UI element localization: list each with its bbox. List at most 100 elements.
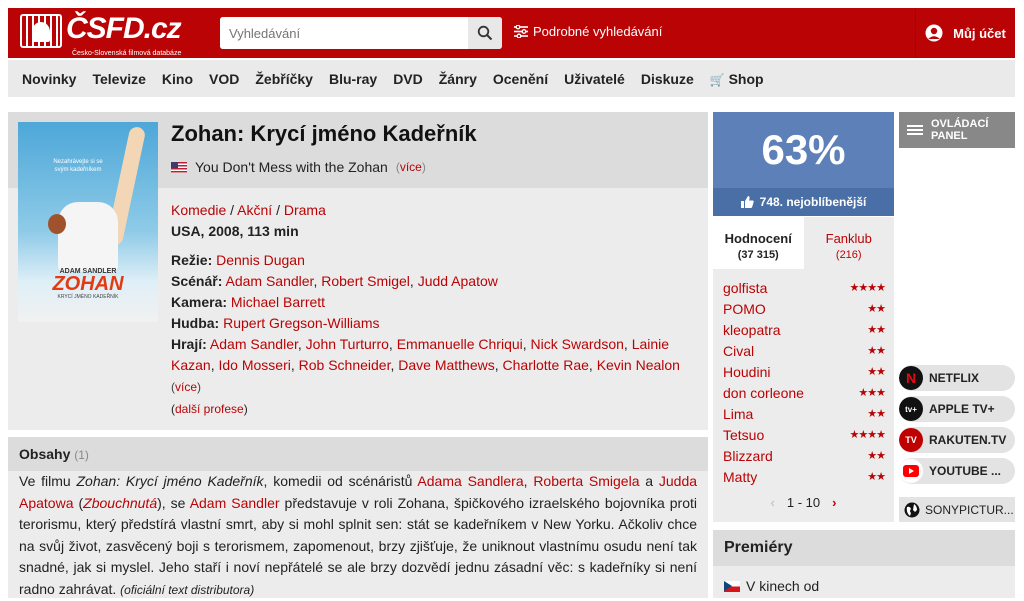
writer-link[interactable]: Robert Smigel: [321, 273, 410, 289]
star-rating: ★★: [867, 471, 886, 483]
nav-item-zanry[interactable]: Žánry: [439, 71, 477, 87]
plot-text: Ve filmu Zohan: Krycí jméno Kadeřník, ko…: [19, 471, 697, 601]
cast-link[interactable]: Emmanuelle Chriqui: [397, 336, 523, 352]
user-rating-row: Tetsuo ★★★★: [723, 424, 886, 445]
genre-link[interactable]: Akční: [237, 202, 272, 218]
vod-label: SONYPICTUR...: [925, 502, 1014, 517]
more-professions-link[interactable]: další profese: [175, 402, 244, 416]
nav-shop-label: Shop: [728, 70, 764, 87]
tab-hodnoceni[interactable]: Hodnocení (37 315): [713, 217, 804, 269]
nav-item-zebricky[interactable]: Žebříčky: [255, 71, 313, 87]
search-input[interactable]: [220, 17, 468, 49]
pager-next-icon[interactable]: ›: [832, 495, 836, 510]
plot-fragment: Ve filmu: [19, 473, 77, 489]
vod-label: RAKUTEN.TV: [929, 433, 1007, 447]
plot-writer-link[interactable]: Adama Sandlera: [417, 473, 523, 489]
globe-icon: [904, 502, 920, 517]
user-rating-row: Cival ★★: [723, 340, 886, 361]
poster-tagline: Nezahrávejte si se svým kadeřníkem: [53, 159, 103, 173]
nav-item-shop[interactable]: 🛒 Shop: [710, 71, 764, 87]
cast-link[interactable]: Kevin Nealon: [597, 357, 680, 373]
vod-sony[interactable]: SONYPICTUR...: [899, 497, 1015, 522]
search-icon: [477, 25, 493, 41]
user-link[interactable]: golfista: [723, 280, 767, 296]
nav-item-vod[interactable]: VOD: [209, 71, 239, 87]
cast-link[interactable]: Ido Mosseri: [218, 357, 290, 373]
director-link[interactable]: Dennis Dugan: [216, 252, 305, 268]
user-link[interactable]: Cival: [723, 343, 754, 359]
vod-youtube[interactable]: YOUTUBE ...: [899, 458, 1015, 484]
pager-prev-icon[interactable]: ‹: [771, 495, 775, 510]
user-link[interactable]: kleopatra: [723, 322, 781, 338]
user-link[interactable]: POMO: [723, 301, 766, 317]
star-rating: ★★: [867, 408, 886, 420]
camera-link[interactable]: Michael Barrett: [231, 294, 325, 310]
user-link[interactable]: Lima: [723, 406, 753, 422]
plot-actor-link[interactable]: Adam Sandler: [190, 495, 280, 511]
vod-label: YOUTUBE ...: [929, 464, 1002, 478]
vod-rakuten[interactable]: TV RAKUTEN.TV: [899, 427, 1015, 453]
user-link[interactable]: Tetsuo: [723, 427, 764, 443]
vod-netflix[interactable]: N NETFLIX: [899, 365, 1015, 391]
user-link[interactable]: Blizzard: [723, 448, 773, 464]
cast-link[interactable]: Rob Schneider: [299, 357, 391, 373]
user-link[interactable]: Matty: [723, 469, 757, 485]
music-link[interactable]: Rupert Gregson-Williams: [223, 315, 379, 331]
writer-link[interactable]: Adam Sandler: [225, 273, 313, 289]
user-link[interactable]: Houdini: [723, 364, 770, 380]
cast-link[interactable]: Nick Swardson: [531, 336, 624, 352]
user-rating-row: Blizzard ★★: [723, 445, 886, 466]
plot-fragment: ,: [523, 473, 534, 489]
control-panel-button[interactable]: OVLÁDACÍ PANEL: [899, 112, 1015, 148]
plot-source: (oficiální text distributora): [120, 582, 255, 597]
user-rating-row: golfista ★★★★: [723, 277, 886, 298]
plot-writer-link[interactable]: Roberta Smigela: [533, 473, 639, 489]
plot-fragment: ), se: [157, 494, 190, 511]
account-button[interactable]: Můj účet: [915, 8, 1015, 58]
nav-item-kino[interactable]: Kino: [162, 71, 193, 87]
nav-item-oceneni[interactable]: Ocenění: [493, 71, 548, 87]
user-ratings-list: golfista ★★★★ POMO ★★ kleopatra ★★ Cival ★★ Houd…: [713, 269, 894, 522]
origin-line: USA, 2008, 113 min: [171, 223, 299, 239]
user-rating-row: kleopatra ★★: [723, 319, 886, 340]
rakuten-icon: TV: [899, 428, 923, 452]
site-logo[interactable]: ČSFD.cz Česko-Slovenská filmová databáze: [20, 14, 190, 57]
top-bar: ČSFD.cz Česko-Slovenská filmová databáze…: [8, 8, 1015, 58]
rating-rank[interactable]: 748. nejoblíbenější: [713, 188, 894, 216]
plot-film-title: Zohan: Krycí jméno Kadeřník: [76, 473, 264, 489]
cast-link[interactable]: John Turturro: [306, 336, 389, 352]
more-titles-link[interactable]: více: [400, 160, 422, 174]
cast-link[interactable]: Charlotte Rae: [503, 357, 589, 373]
user-rating-row: Matty ★★: [723, 466, 886, 487]
plot-film-link[interactable]: Zbouchnutá: [83, 495, 157, 511]
genre-link[interactable]: Komedie: [171, 202, 226, 218]
plot-header: Obsahy (1): [8, 437, 708, 471]
nav-item-bluray[interactable]: Blu-ray: [329, 71, 377, 87]
genre-link[interactable]: Drama: [284, 202, 326, 218]
search-button[interactable]: [468, 17, 502, 49]
user-rating-row: POMO ★★: [723, 298, 886, 319]
star-rating: ★★★: [858, 387, 886, 399]
writer-link[interactable]: Judd Apatow: [418, 273, 498, 289]
vod-apple-tv[interactable]: tv+ APPLE TV+: [899, 396, 1015, 422]
plot-heading: Obsahy: [19, 446, 71, 462]
thumbs-up-icon: [740, 196, 754, 208]
sliders-icon: [514, 25, 528, 38]
nav-item-novinky[interactable]: Novinky: [22, 71, 76, 87]
tab-fanklub[interactable]: Fanklub (216): [803, 217, 894, 269]
nav-item-uzivatele[interactable]: Uživatelé: [564, 71, 625, 87]
nav-item-dvd[interactable]: DVD: [393, 71, 423, 87]
advanced-search-link[interactable]: Podrobné vyhledávání: [514, 24, 662, 39]
user-link[interactable]: don corleone: [723, 385, 804, 401]
camera-row: Kamera: Michael Barrett: [171, 294, 325, 310]
cast-link[interactable]: Dave Matthews: [398, 357, 494, 373]
cast-row: Hrají: Adam Sandler, John Turturro, Emma…: [171, 336, 680, 394]
nav-item-televize[interactable]: Televize: [92, 71, 145, 87]
plot-fragment: a: [639, 473, 659, 489]
cast-link[interactable]: Adam Sandler: [210, 336, 298, 352]
logo-film-icon: [20, 14, 62, 48]
camera-label: Kamera:: [171, 294, 228, 310]
nav-item-diskuze[interactable]: Diskuze: [641, 71, 694, 87]
more-cast-link[interactable]: více: [175, 380, 197, 394]
film-poster[interactable]: Nezahrávejte si se svým kadeřníkem ADAM …: [18, 122, 158, 322]
